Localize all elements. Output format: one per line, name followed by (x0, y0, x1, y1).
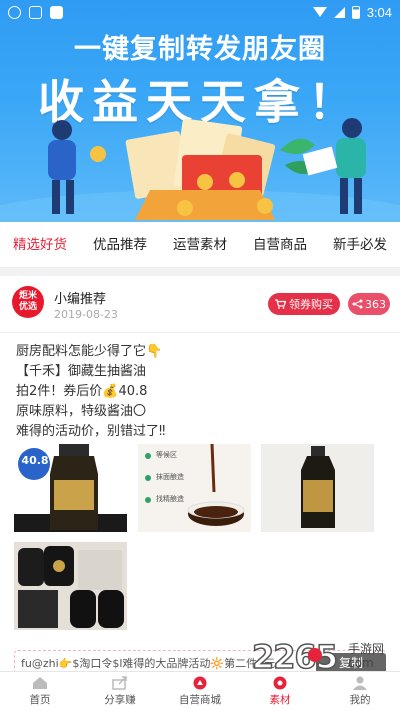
post-line: 拍2件！券后价💰40.8 (16, 384, 148, 399)
nav-home[interactable]: 首页 (0, 672, 80, 711)
tab-recommended[interactable]: 优品推荐 (80, 222, 160, 268)
battery-icon (351, 5, 360, 19)
tab-self-operated[interactable]: 自营商品 (240, 222, 320, 268)
user-icon (353, 676, 367, 690)
avatar-text-top: 炬米 (18, 291, 37, 301)
watermark-sub1: 手游网 (348, 642, 385, 656)
author-name: 小编推荐 (54, 292, 107, 307)
promo-banner[interactable]: 3:04 一键复制转发朋友圈 收益天天拿！ (0, 0, 400, 222)
post-card: 炬米 优选 小编推荐 2019-08-23 领券购买 363 厨房配料怎能少得了… (0, 276, 400, 673)
wifi-icon (312, 7, 327, 17)
product-image-4[interactable] (14, 542, 127, 630)
post-line: 厨房配料怎能少得了它👇 (16, 344, 163, 359)
step-label: 等候区 (156, 451, 177, 459)
tab-operation-materials[interactable]: 运营素材 (160, 222, 240, 268)
status-time: 3:04 (366, 4, 392, 20)
price-badge: 40.8 (21, 454, 49, 467)
step-label: 抹面酿造 (156, 473, 184, 481)
nav-label: 分享赚 (104, 694, 136, 706)
category-tabs: 精选好货 优品推荐 运营素材 自营商品 新手必发 (0, 222, 400, 268)
post-line: 原味原料，特级酱油〇 (16, 404, 147, 419)
nav-label: 素材 (269, 694, 291, 706)
share-button[interactable]: 363 (348, 293, 390, 315)
tab-newbie[interactable]: 新手必发 (320, 222, 400, 268)
post-text: 厨房配料怎能少得了它👇 【千禾】御藏生抽酱油 拍2件！券后价💰40.8 原味原料… (16, 342, 386, 442)
watermark-dot (308, 648, 322, 662)
post-date: 2019-08-23 (54, 308, 118, 321)
product-image-1[interactable]: 40.8 (14, 444, 127, 532)
get-coupon-label: 领券购买 (289, 298, 333, 311)
qq-notification-icon (8, 5, 21, 19)
cart-icon (275, 299, 286, 309)
tab-selected-goods[interactable]: 精选好货 (0, 222, 80, 268)
material-icon (273, 676, 287, 690)
nav-label: 我的 (349, 694, 371, 706)
watermark-sub: 手游网 com (348, 642, 384, 670)
product-image-2[interactable]: 等候区 抹面酿造 找精酿造 (138, 444, 251, 532)
banner-headline: 一键复制转发朋友圈 (74, 34, 326, 65)
product-image-3[interactable] (261, 444, 374, 532)
post-line: 【千禾】御藏生抽酱油 (16, 364, 147, 379)
nav-label: 自营商城 (179, 694, 221, 706)
nav-share-earn[interactable]: 分享赚 (80, 672, 160, 711)
share-icon (352, 299, 363, 309)
avatar-text-bottom: 优选 (18, 302, 37, 312)
share-icon (112, 676, 127, 690)
watermark-number: 2265 (251, 637, 339, 677)
status-bar: 3:04 (0, 0, 400, 24)
banner-illustration (0, 118, 400, 222)
site-watermark: 2265 手游网 com (251, 637, 400, 678)
nav-label: 首页 (29, 694, 51, 706)
store-icon (193, 676, 207, 690)
step-label: 找精酿造 (156, 495, 184, 503)
nav-store[interactable]: 自营商城 (160, 672, 240, 711)
watermark-sub2: com (348, 656, 374, 670)
home-icon (33, 677, 47, 689)
signal-icon (333, 6, 345, 18)
avatar[interactable]: 炬米 优选 (12, 286, 44, 318)
post-line: 难得的活动价，别错过了‼ (16, 424, 166, 439)
get-coupon-button[interactable]: 领券购买 (268, 293, 340, 315)
divider (0, 332, 400, 333)
share-count: 363 (365, 297, 386, 311)
image-notification-icon (29, 5, 42, 19)
app-notification-icon (50, 5, 63, 19)
